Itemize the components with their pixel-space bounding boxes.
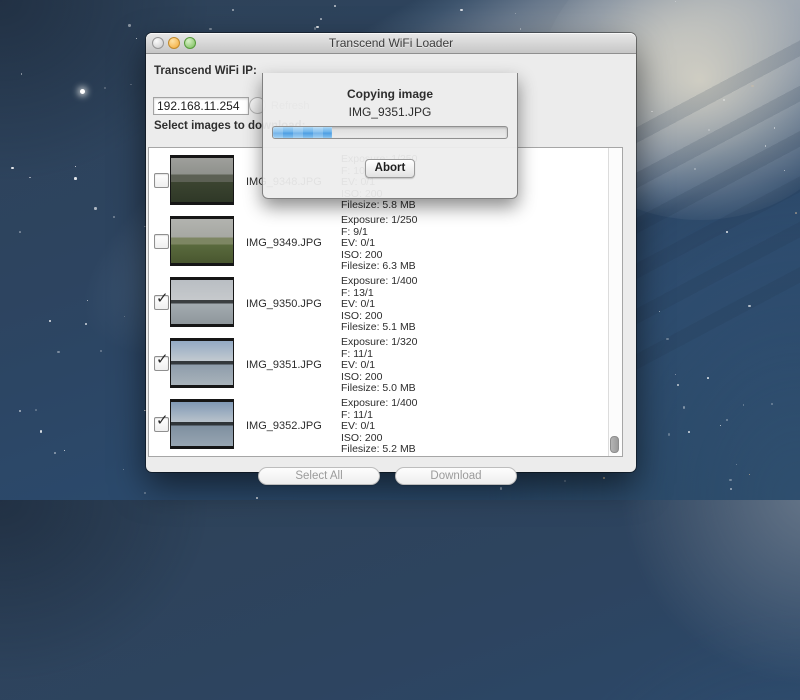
row-checkbox[interactable] — [154, 234, 169, 249]
star — [21, 73, 22, 74]
zoom-button[interactable] — [184, 37, 196, 49]
progress-fill — [273, 127, 332, 138]
select-all-button[interactable]: Select All — [258, 467, 380, 485]
copy-progress-sheet: Copying image IMG_9351.JPG Abort — [262, 73, 518, 199]
row-checkbox[interactable] — [154, 173, 169, 188]
copy-progress-bar — [272, 126, 508, 139]
row-exif: Exposure: 1/320F: 11/1EV: 0/1ISO: 200Fil… — [341, 337, 417, 395]
thumbnail — [170, 338, 234, 388]
row-filename: IMG_9350.JPG — [246, 298, 322, 310]
star — [54, 452, 56, 454]
row-filename: IMG_9349.JPG — [246, 237, 322, 249]
row-filename: IMG_9351.JPG — [246, 359, 322, 371]
sheet-title: Copying image — [263, 87, 517, 101]
row-checkbox[interactable]: ✓ — [154, 417, 169, 432]
star — [771, 403, 773, 405]
abort-button[interactable]: Abort — [365, 159, 415, 178]
star — [520, 28, 522, 30]
star — [708, 129, 710, 131]
star — [334, 5, 336, 7]
minimize-button[interactable] — [168, 37, 180, 49]
star — [774, 127, 775, 128]
app-window: Transcend WiFi Loader Transcend WiFi IP:… — [146, 33, 636, 472]
exif-line: Filesize: 5.0 MB — [341, 383, 417, 395]
row-filename: IMG_9352.JPG — [246, 420, 322, 432]
star — [49, 320, 51, 322]
row-checkbox[interactable]: ✓ — [154, 356, 169, 371]
star — [94, 207, 96, 209]
exif-line: Filesize: 5.8 MB — [341, 200, 417, 212]
star — [743, 404, 744, 405]
star — [651, 111, 652, 112]
ip-label: Transcend WiFi IP: — [154, 65, 257, 77]
star — [726, 419, 728, 421]
exif-line: Exposure: 1/320 — [341, 337, 417, 349]
star — [677, 384, 679, 386]
star — [751, 85, 753, 87]
star — [113, 216, 115, 218]
star — [128, 24, 130, 26]
star — [729, 479, 731, 481]
exif-line: Exposure: 1/400 — [341, 398, 417, 410]
ip-input[interactable] — [153, 97, 249, 115]
thumbnail — [170, 399, 234, 449]
star — [688, 431, 690, 433]
star — [707, 377, 709, 379]
close-button[interactable] — [152, 37, 164, 49]
checkmark-icon: ✓ — [156, 289, 169, 307]
star — [736, 464, 737, 465]
star — [730, 488, 732, 490]
exif-line: Exposure: 1/400 — [341, 276, 417, 288]
star — [35, 409, 37, 411]
row-exif: Exposure: 1/400F: 13/1EV: 0/1ISO: 200Fil… — [341, 276, 417, 334]
download-button[interactable]: Download — [395, 467, 517, 485]
list-item[interactable]: ✓ IMG_9352.JPG Exposure: 1/400F: 11/1EV:… — [149, 395, 609, 456]
star — [720, 425, 721, 426]
star — [316, 26, 319, 29]
row-exif: Exposure: 1/400F: 11/1EV: 0/1ISO: 200Fil… — [341, 398, 417, 456]
exif-line: Filesize: 6.3 MB — [341, 261, 417, 273]
star — [784, 170, 785, 171]
star — [11, 167, 13, 169]
checkmark-icon: ✓ — [156, 411, 169, 429]
star — [320, 18, 322, 20]
star — [460, 9, 462, 11]
thumbnail — [170, 216, 234, 266]
bright-star — [80, 89, 85, 94]
window-title: Transcend WiFi Loader — [146, 33, 636, 53]
sheet-filename: IMG_9351.JPG — [263, 105, 517, 119]
star — [683, 406, 685, 408]
list-item[interactable]: ✓ IMG_9351.JPG Exposure: 1/320F: 11/1EV:… — [149, 334, 609, 395]
star — [749, 474, 750, 475]
thumbnail — [170, 155, 234, 205]
scrollbar-track[interactable] — [608, 148, 622, 456]
star — [726, 231, 728, 233]
star — [500, 487, 502, 489]
exif-line: Filesize: 5.2 MB — [341, 444, 417, 456]
traffic-lights — [152, 37, 196, 49]
row-exif: Exposure: 1/250F: 9/1EV: 0/1ISO: 200File… — [341, 215, 417, 273]
exif-line: Exposure: 1/250 — [341, 215, 417, 227]
exif-line: Filesize: 5.1 MB — [341, 322, 417, 334]
star — [603, 477, 605, 479]
window-content: Transcend WiFi IP: Refresh Select images… — [146, 53, 636, 472]
star — [668, 433, 670, 435]
thumbnail — [170, 277, 234, 327]
star — [564, 480, 566, 482]
star — [29, 177, 30, 178]
checkmark-icon: ✓ — [156, 350, 169, 368]
row-checkbox[interactable]: ✓ — [154, 295, 169, 310]
star — [74, 177, 77, 180]
scrollbar-thumb[interactable] — [610, 436, 619, 453]
list-item[interactable]: IMG_9349.JPG Exposure: 1/250F: 9/1EV: 0/… — [149, 212, 609, 273]
list-item[interactable]: ✓ IMG_9350.JPG Exposure: 1/400F: 13/1EV:… — [149, 273, 609, 334]
window-titlebar[interactable]: Transcend WiFi Loader — [146, 33, 636, 54]
